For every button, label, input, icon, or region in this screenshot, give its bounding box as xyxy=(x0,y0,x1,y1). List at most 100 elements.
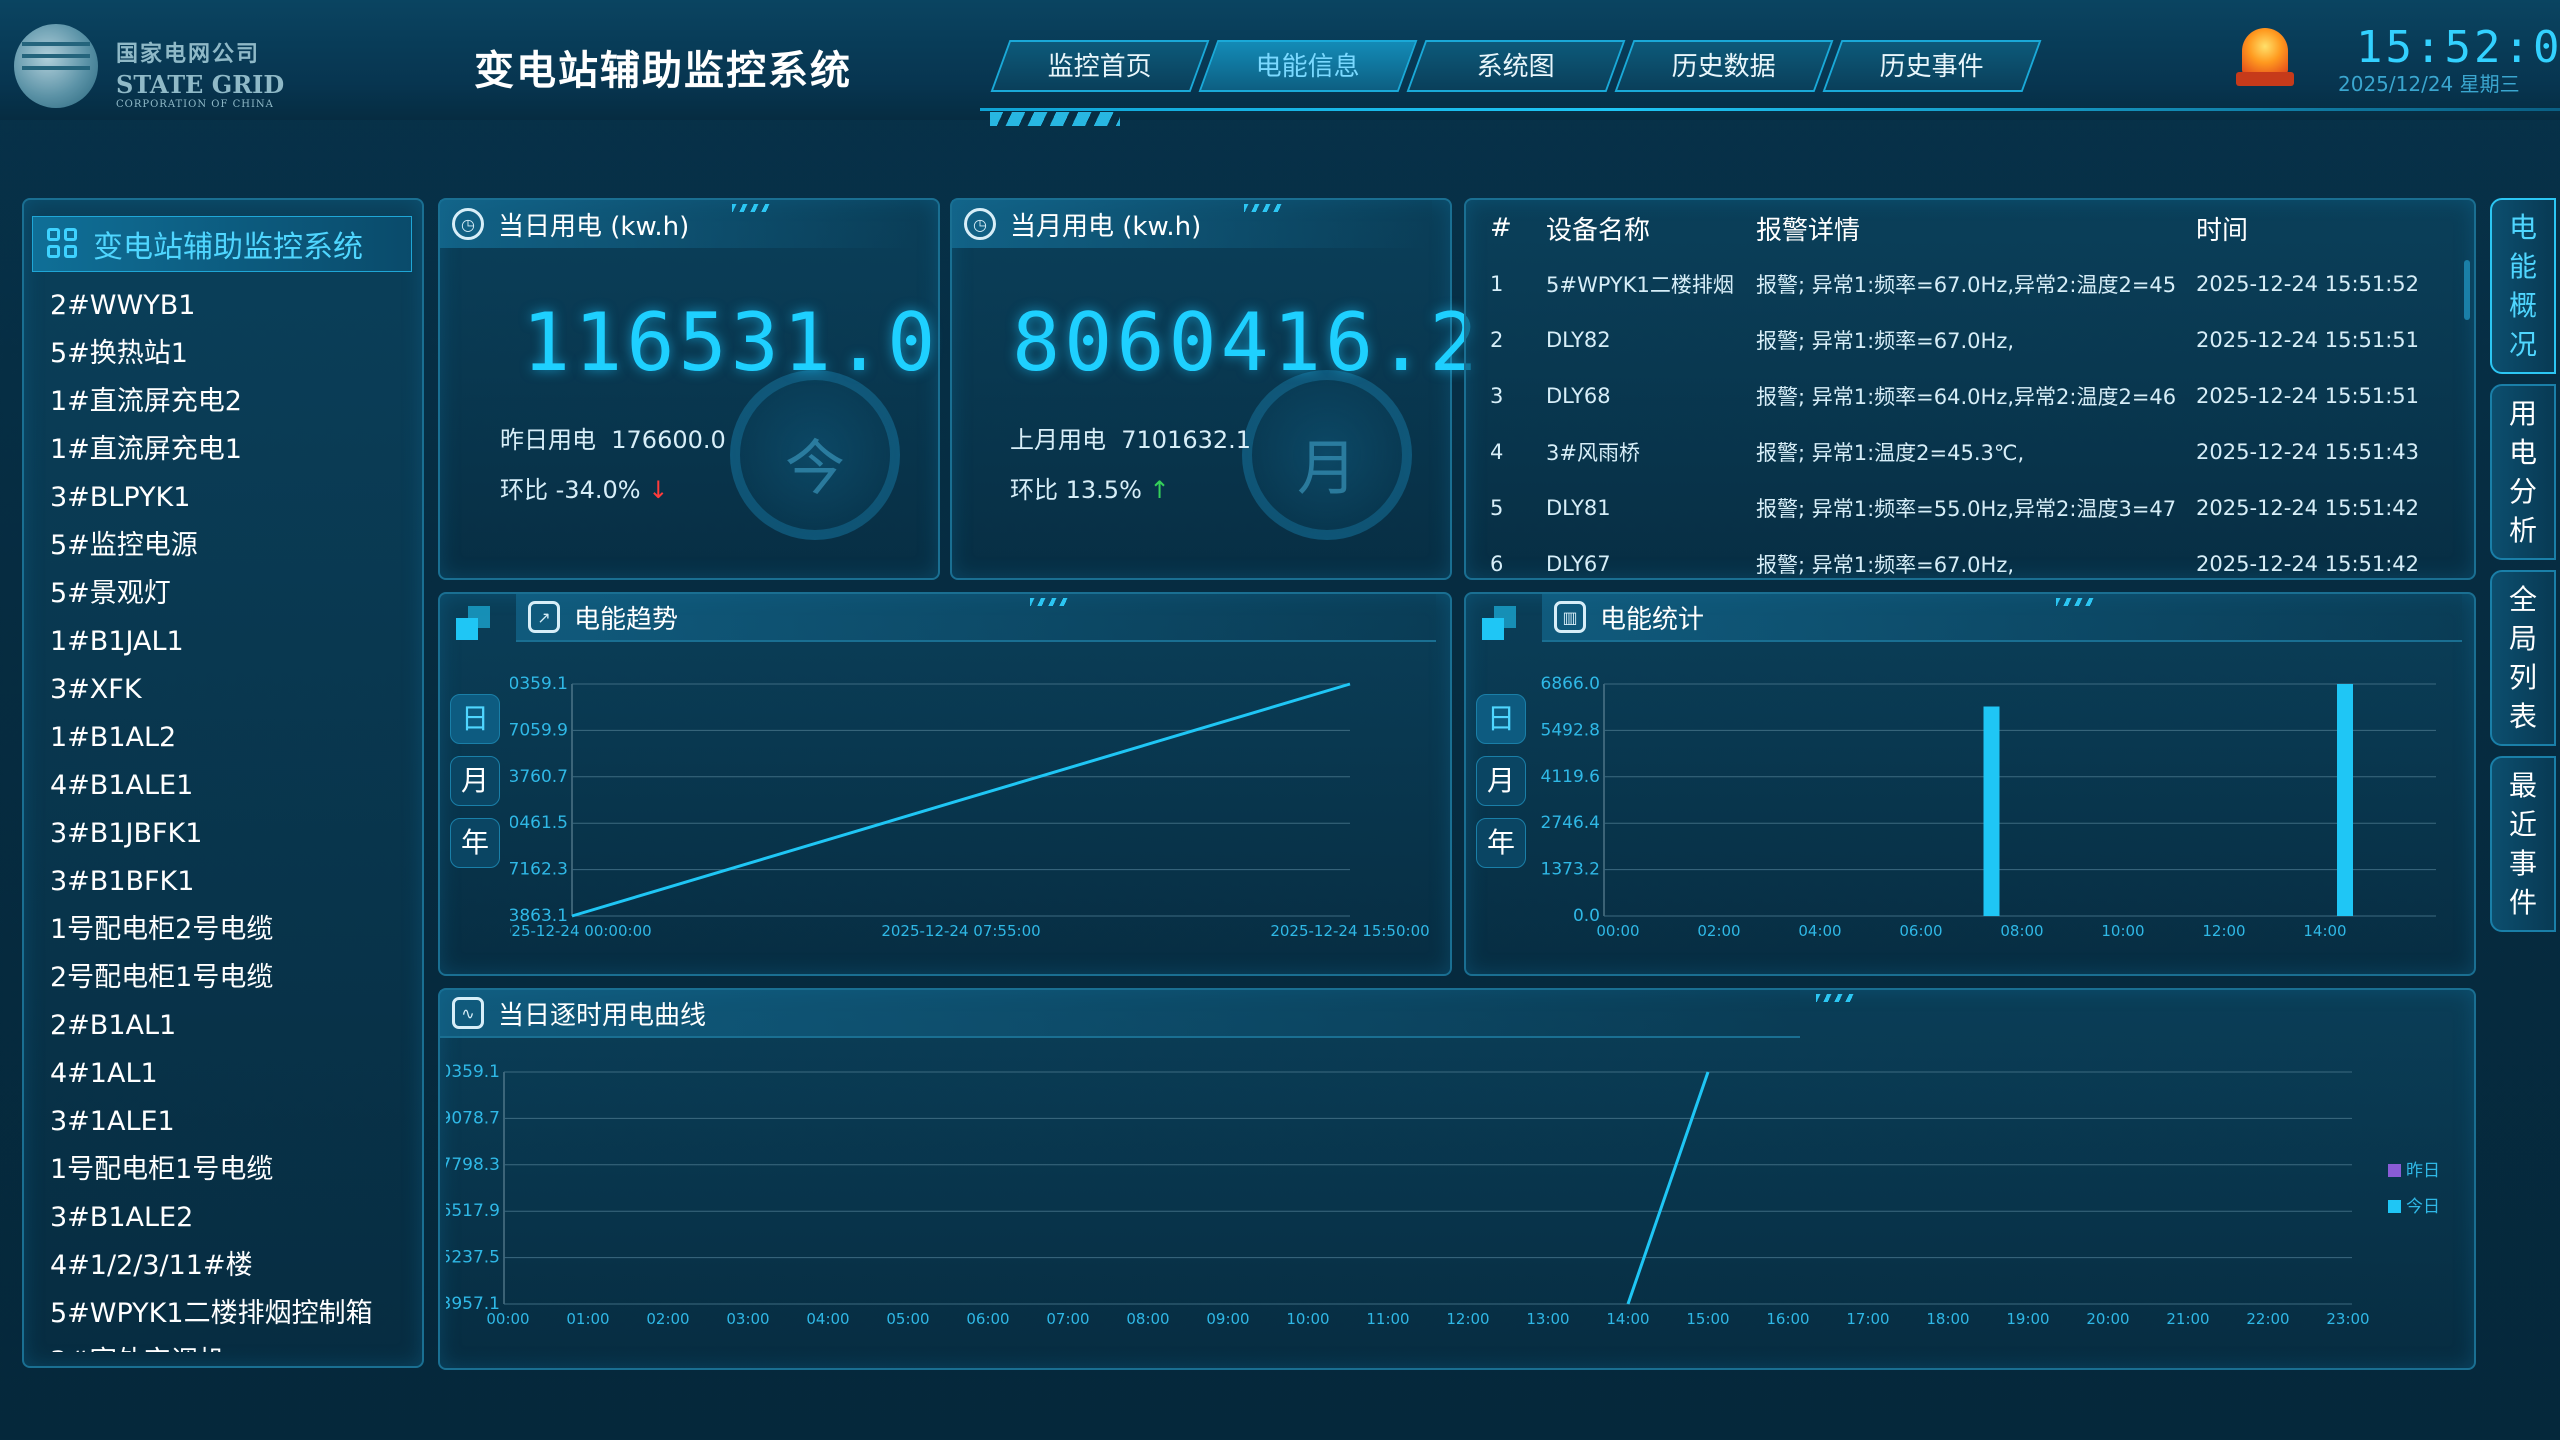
sidebar-header[interactable]: 变电站辅助监控系统 xyxy=(32,216,412,272)
sidebar-device-item[interactable]: 2#WWYB1 xyxy=(50,282,420,330)
sidebar-device-item[interactable]: 5#景观灯 xyxy=(50,570,420,618)
x-tick-label: 06:00 xyxy=(966,1310,1009,1328)
nav-energy-info[interactable]: 电能信息 xyxy=(1198,40,1418,92)
trend-period-month[interactable]: 月 xyxy=(450,756,500,806)
y-tick-label: 405237.5 xyxy=(446,1248,500,1268)
stats-bar xyxy=(2337,684,2353,916)
sidebar-device-item[interactable]: 3#XFK xyxy=(50,666,420,714)
energy-stats-panel: ▥ 电能统计 日 月 年 0.0 1373.2 2746.4 4119.6 5492.8… xyxy=(1464,592,2476,976)
alarm-row[interactable]: 6 DLY67 报警; 异常1:频率=67.0Hz, 2025-12-24 15:51… xyxy=(1476,536,2466,578)
sidebar-device-item[interactable]: 5#换热站1 xyxy=(50,330,420,378)
sidebar-device-item[interactable]: 3#B1BFK1 xyxy=(50,858,420,906)
nav-monitor-home[interactable]: 监控首页 xyxy=(990,40,1210,92)
alarm-device-name: 5#WPYK1二楼排烟 xyxy=(1546,273,1734,297)
alarm-row[interactable]: 3 DLY68 报警; 异常1:频率=64.0Hz,异常2:温度2=46 2025-1… xyxy=(1476,368,2466,424)
sidebar-device-item[interactable]: 3#B1JBFK1 xyxy=(50,810,420,858)
sidebar-device-item[interactable]: 1#直流屏充电1 xyxy=(50,426,420,474)
tab-recent-events[interactable]: 最近事件 xyxy=(2490,756,2556,932)
x-tick-label: 00:00 xyxy=(1596,922,1639,940)
alarm-detail: 报警; 异常1:频率=67.0Hz,异常2:温度2=45 xyxy=(1756,273,2177,297)
tab-global-list[interactable]: 全局列表 xyxy=(2490,570,2556,746)
trend-chart: 293863.1317162.3340461.5363760.7387059.9… xyxy=(510,674,1430,940)
x-tick-label: 14:00 xyxy=(2303,922,2346,940)
monthly-usage-value: 8060416.2 xyxy=(1012,296,1482,389)
daily-ratio: 环比 -34.0% ↓ xyxy=(500,470,668,505)
alarm-index: 1 xyxy=(1490,272,1504,296)
nav-label: 历史数据 xyxy=(1671,52,1776,82)
sidebar-device-item[interactable]: 4#1AL1 xyxy=(50,1050,420,1098)
y-tick-label: 6866.0 xyxy=(1541,674,1600,694)
device-list: 2#WWYB1 5#换热站1 1#直流屏充电2 1#直流屏充电1 3#BLPYK1 5#监… xyxy=(50,282,420,1352)
yesterday-usage: 昨日用电 176600.0 xyxy=(500,420,726,455)
hourly-header: ∿ 当日逐时用电曲线 xyxy=(440,990,1800,1038)
alarm-device-name: 3#风雨桥 xyxy=(1546,441,1640,465)
today-series-line xyxy=(1626,1071,1710,1305)
sidebar-device-item[interactable]: 3#B1ALE2 xyxy=(50,1194,420,1242)
alarm-device-name: DLY82 xyxy=(1546,328,1611,352)
y-tick-label: 409078.7 xyxy=(446,1108,500,1128)
alarm-row[interactable]: 2 DLY82 报警; 异常1:频率=67.0Hz, 2025-12-24 15:51… xyxy=(1476,312,2466,368)
sidebar-device-item[interactable]: 2号配电柜1号电缆 xyxy=(50,954,420,1002)
state-grid-logo-icon xyxy=(14,24,98,108)
bar-chart-icon: ▥ xyxy=(1554,601,1586,633)
alarm-row[interactable]: 1 5#WPYK1二楼排烟 报警; 异常1:频率=67.0Hz,异常2:温度2=45… xyxy=(1476,256,2466,312)
tab-usage-analysis[interactable]: 用电分析 xyxy=(2490,384,2556,560)
stats-period-year[interactable]: 年 xyxy=(1476,818,1526,868)
sidebar-device-item[interactable]: 1号配电柜1号电缆 xyxy=(50,1146,420,1194)
sidebar-device-item[interactable]: 3#室外空调机 xyxy=(50,1338,420,1352)
stats-chart: 0.01373.22746.44119.65492.86866.000:00 02… xyxy=(1541,674,2436,940)
hourly-chart: 403957.1405237.5406517.9407798.3409078.7… xyxy=(446,1062,2440,1328)
nav-system-diagram[interactable]: 系统图 xyxy=(1406,40,1626,92)
sidebar-device-item[interactable]: 3#BLPYK1 xyxy=(50,474,420,522)
x-tick-label: 10:00 xyxy=(2101,922,2144,940)
trend-period-buttons: 日 月 年 xyxy=(450,694,502,880)
alarm-scrollbar[interactable] xyxy=(2464,260,2470,320)
alarm-time: 2025-12-24 15:51:42 xyxy=(2196,552,2420,576)
sidebar-device-item[interactable]: 5#WPYK1二楼排烟控制箱 xyxy=(50,1290,420,1338)
alarm-time: 2025-12-24 15:51:51 xyxy=(2196,328,2420,352)
sidebar-device-item[interactable]: 1#B1AL2 xyxy=(50,714,420,762)
x-tick-label: 08:00 xyxy=(1126,1310,1169,1328)
alarm-device-name: DLY67 xyxy=(1546,552,1611,576)
daily-usage-card: ◷ 当日用电 (kw.h) 今 116531.0 昨日用电 176600.0 环… xyxy=(438,198,940,580)
y-tick-label: 317162.3 xyxy=(510,860,568,880)
trend-period-day[interactable]: 日 xyxy=(450,694,500,744)
trend-header: ↗ 电能趋势 xyxy=(516,594,1436,642)
sidebar-device-item[interactable]: 1#B1JAL1 xyxy=(50,618,420,666)
alarm-detail: 报警; 异常1:频率=67.0Hz, xyxy=(1756,553,2015,577)
sidebar-device-item[interactable]: 4#B1ALE1 xyxy=(50,762,420,810)
stats-period-month[interactable]: 月 xyxy=(1476,756,1526,806)
nav-label: 系统图 xyxy=(1476,52,1555,82)
sidebar-device-item[interactable]: 1号配电柜2号电缆 xyxy=(50,906,420,954)
x-tick-label: 18:00 xyxy=(1926,1310,1969,1328)
sidebar-device-item[interactable]: 1#直流屏充电2 xyxy=(50,378,420,426)
sidebar-device-item[interactable]: 5#监控电源 xyxy=(50,522,420,570)
y-tick-label: 2746.4 xyxy=(1541,813,1600,833)
sidebar-device-item[interactable]: 4#1/2/3/11#楼 xyxy=(50,1242,420,1290)
title-deco xyxy=(1244,204,1284,212)
alarm-light-icon[interactable] xyxy=(2236,28,2294,86)
nav-history-events[interactable]: 历史事件 xyxy=(1822,40,2042,92)
sidebar-device-item[interactable]: 2#B1AL1 xyxy=(50,1002,420,1050)
alarm-row[interactable]: 5 DLY81 报警; 异常1:频率=55.0Hz,异常2:温度3=47 2025-1… xyxy=(1476,480,2466,536)
alarm-device-name: DLY68 xyxy=(1546,384,1611,408)
alarm-row[interactable]: 4 3#风雨桥 报警; 异常1:温度2=45.3℃, 2025-12-24 15:51… xyxy=(1476,424,2466,480)
tab-energy-overview[interactable]: 电能概况 xyxy=(2490,198,2556,374)
x-tick-label: 12:00 xyxy=(1446,1310,1489,1328)
x-tick-label: 09:00 xyxy=(1206,1310,1249,1328)
col-time: 时间 xyxy=(2196,215,2249,246)
y-tick-label: 1373.2 xyxy=(1541,860,1600,880)
y-tick-label: 407798.3 xyxy=(446,1155,500,1175)
energy-trend-panel: ↗ 电能趋势 日 月 年 293863.1317162.3340461.5363… xyxy=(438,592,1452,976)
clock-icon: ◷ xyxy=(964,208,996,240)
x-tick-label: 2025-12-24 15:50:00 xyxy=(1270,922,1429,940)
nav-history-data[interactable]: 历史数据 xyxy=(1614,40,1834,92)
sidebar-device-item[interactable]: 3#1ALE1 xyxy=(50,1098,420,1146)
x-tick-label: 04:00 xyxy=(1798,922,1841,940)
stats-period-buttons: 日 月 年 xyxy=(1476,694,1528,880)
alarm-detail: 报警; 异常1:频率=64.0Hz,异常2:温度2=46 xyxy=(1756,385,2177,409)
trend-period-year[interactable]: 年 xyxy=(450,818,500,868)
stats-period-day[interactable]: 日 xyxy=(1476,694,1526,744)
monthly-usage-card: ◷ 当月用电 (kw.h) 月 8060416.2 上月用电 7101632.1… xyxy=(950,198,1477,580)
x-tick-label: 02:00 xyxy=(646,1310,689,1328)
